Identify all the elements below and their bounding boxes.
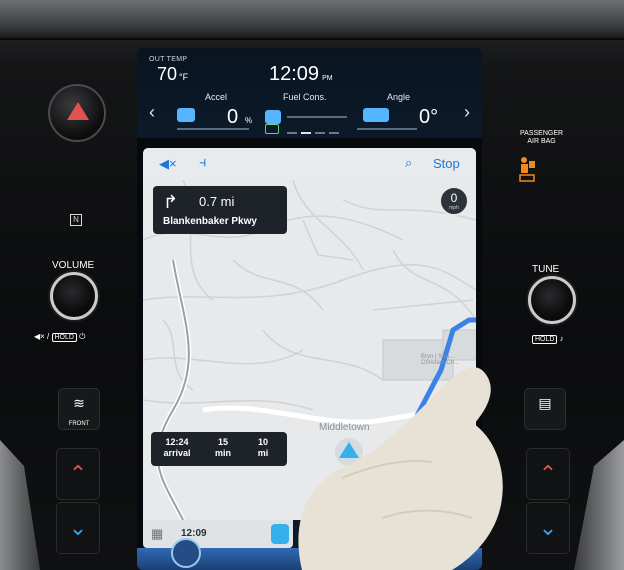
out-temp-label: OUT TEMP	[149, 56, 188, 63]
speed-unit: mph	[449, 205, 459, 211]
volume-knob[interactable]	[50, 272, 98, 320]
angle-bar	[357, 128, 417, 130]
volume-knob-hint: ◀× / HOLD ⏻	[34, 332, 86, 342]
tune-knob[interactable]	[528, 276, 576, 324]
airbag-label-line2: AIR BAG	[527, 138, 556, 145]
up-arrow-icon: ⌃	[68, 461, 88, 486]
accel-value: 0	[227, 106, 239, 128]
hold-tag-right: HOLD	[532, 335, 558, 344]
turn-instruction-card[interactable]: ↱ 0.7 mi Blankenbaker Pkwy	[153, 186, 287, 234]
passenger-airbag-label: PASSENGER AIR BAG	[520, 130, 563, 146]
eta-minutes-value: 15	[217, 437, 228, 447]
eta-arrival-value: 12:24	[165, 437, 189, 447]
accel-pedal-icon	[177, 108, 195, 122]
fuel-bar	[287, 116, 347, 118]
accel-bar	[177, 128, 249, 130]
up-arrow-right-icon: ⌃	[538, 461, 558, 486]
dashboard: N VOLUME ◀× / HOLD ⏻ ≋ FRONT ⌃ ⌄ PASSENG…	[0, 0, 624, 570]
out-temp-value: 70	[157, 64, 178, 84]
clock-time: 12:09	[269, 63, 320, 85]
hand	[298, 367, 503, 570]
airbag-label-line1: PASSENGER	[520, 130, 564, 137]
eta-arrival-label: arrival	[163, 448, 191, 458]
gauge-next-button[interactable]: ›	[464, 102, 470, 123]
fuel-icon	[265, 110, 281, 124]
rear-defrost-icon: ▤	[538, 395, 552, 411]
music-note-icon: ♪	[557, 334, 564, 343]
out-temp: 70 °F	[157, 64, 188, 85]
front-label: FRONT	[68, 421, 90, 427]
clock-ampm: PM	[322, 75, 333, 82]
vehicle-button[interactable]	[171, 538, 201, 568]
rear-defrost-button[interactable]: ▤	[524, 388, 566, 430]
temp-down-button[interactable]: ⌄	[56, 502, 100, 554]
vehicle-gauges: ‹ › Accel 0 % Fuel Cons. Angle 0°	[137, 90, 482, 138]
eta-arrival: 12:24 arrival	[159, 437, 195, 459]
nfc-icon: N	[70, 214, 82, 226]
turn-distance: 0.7 mi	[199, 194, 235, 209]
dashboard-top-trim	[0, 0, 624, 40]
nav-header: ◀× ⫞ ⌕ Stop	[143, 148, 476, 180]
clock: 12:09 PM	[269, 63, 333, 86]
temp-up-right-button[interactable]: ⌃	[526, 448, 570, 500]
tune-label: TUNE	[532, 264, 560, 275]
down-arrow-right-icon: ⌄	[538, 515, 558, 540]
page-indicator	[287, 132, 339, 134]
stop-button[interactable]: Stop	[433, 156, 460, 171]
accel-unit: %	[245, 116, 253, 125]
nav-mute-button[interactable]: ◀×	[159, 156, 177, 172]
fuel-title: Fuel Cons.	[283, 92, 327, 102]
route-icon[interactable]: ⫞	[199, 154, 207, 171]
temp-down-right-button[interactable]: ⌄	[526, 502, 570, 554]
out-temp-unit: °F	[179, 72, 189, 82]
defrost-front-icon: ≋	[73, 395, 85, 411]
volume-label: VOLUME	[52, 260, 95, 271]
apps-grid-icon[interactable]: ▦	[151, 526, 163, 542]
front-defrost-button[interactable]: ≋ FRONT	[58, 388, 100, 430]
eta-minutes-label: min	[214, 448, 231, 458]
hazard-icon	[67, 102, 89, 120]
eta-minutes: 15 min	[205, 437, 241, 459]
eyesight-icon	[265, 124, 279, 134]
search-icon[interactable]: ⌕	[405, 155, 412, 171]
mute-icon: ◀× /	[34, 332, 52, 341]
tune-knob-hint: HOLD ♪	[532, 334, 564, 344]
down-arrow-icon: ⌄	[68, 515, 88, 540]
temp-up-button[interactable]: ⌃	[56, 448, 100, 500]
left-trim	[0, 440, 40, 570]
power-icon: ⏻	[76, 332, 86, 341]
speed-value: 0	[450, 191, 458, 205]
angle-car-icon	[363, 108, 389, 122]
accel-title: Accel	[205, 92, 228, 102]
turn-right-icon: ↱	[163, 192, 179, 212]
status-bar: OUT TEMP 70 °F 12:09 PM ‹ › Accel 0 % Fuel…	[137, 48, 482, 138]
speed-badge: 0 mph	[439, 186, 469, 216]
airbag-off-icon	[519, 157, 535, 182]
angle-title: Angle	[387, 92, 411, 102]
right-trim	[574, 440, 624, 570]
hold-tag: HOLD	[51, 333, 77, 342]
angle-value: 0°	[419, 106, 439, 128]
gauge-prev-button[interactable]: ‹	[149, 102, 155, 123]
hazard-button[interactable]	[48, 84, 106, 142]
turn-street: Blankenbaker Pkwy	[163, 216, 257, 227]
